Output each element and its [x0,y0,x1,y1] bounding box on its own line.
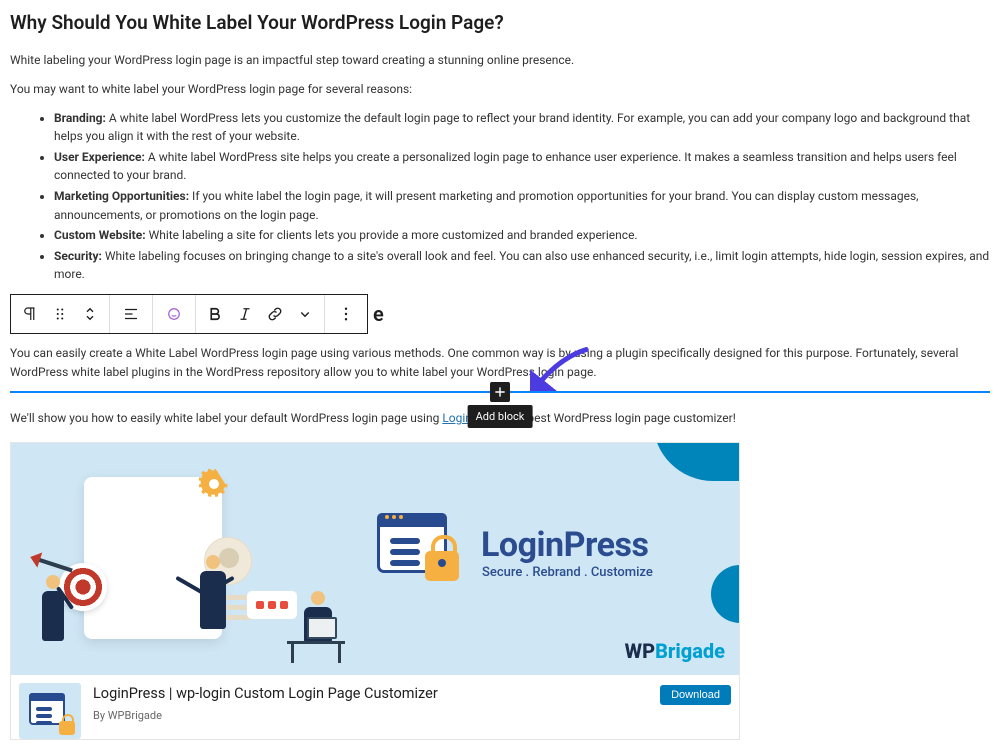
list-item: User Experience: A white label WordPress… [54,148,990,185]
list-item: Marketing Opportunities: If you white la… [54,187,990,224]
bold-button[interactable] [200,294,230,334]
person-illustration [35,575,71,663]
padlock-icon [425,551,459,581]
plugin-title: LoginPress | wp-login Custom Login Page … [93,683,648,705]
person-illustration [191,555,235,663]
more-options-button[interactable] [329,294,363,334]
loginpress-tagline: Secure . Rebrand . Customize [482,563,653,583]
methods-paragraph: You can easily create a White Label Word… [10,344,990,381]
block-insertion-line: Add block [10,391,990,393]
list-item: Custom Website: White labeling a site fo… [54,226,990,245]
add-block-tooltip: Add block [468,405,533,428]
drag-handle-icon[interactable] [45,294,75,334]
plugin-embed: LoginPress Secure . Rebrand . Customize … [10,442,740,740]
move-updown-icon[interactable] [75,294,105,334]
download-button[interactable]: Download [660,685,731,705]
block-toolbar: e [10,294,368,334]
page-title: Why Should You White Label Your WordPres… [10,8,990,37]
laptop-icon [307,617,337,639]
intro-paragraph-1: White labeling your WordPress login page… [10,51,990,70]
list-item: Branding: A white label WordPress lets y… [54,109,990,146]
align-button[interactable] [114,294,148,334]
ai-assist-button[interactable] [157,294,191,334]
intro-paragraph-2: You may want to white label your WordPre… [10,80,990,99]
italic-button[interactable] [230,294,260,334]
plugin-thumbnail [19,683,81,739]
plugin-info-row: LoginPress | wp-login Custom Login Page … [11,675,739,739]
link-button[interactable] [260,294,290,334]
reasons-list: Branding: A white label WordPress lets y… [10,109,990,284]
gear-icon [199,469,229,499]
obscured-heading-fragment: e [367,295,384,335]
wpbrigade-logo: WPBrigade [625,636,725,667]
plugin-banner: LoginPress Secure . Rebrand . Customize … [11,443,739,675]
add-block-button[interactable] [490,382,510,402]
plugin-author: By WPBrigade [93,707,648,724]
list-item: Security: White labeling focuses on brin… [54,247,990,284]
more-rich-text-icon[interactable] [290,294,320,334]
paragraph-block-icon[interactable] [15,294,45,334]
